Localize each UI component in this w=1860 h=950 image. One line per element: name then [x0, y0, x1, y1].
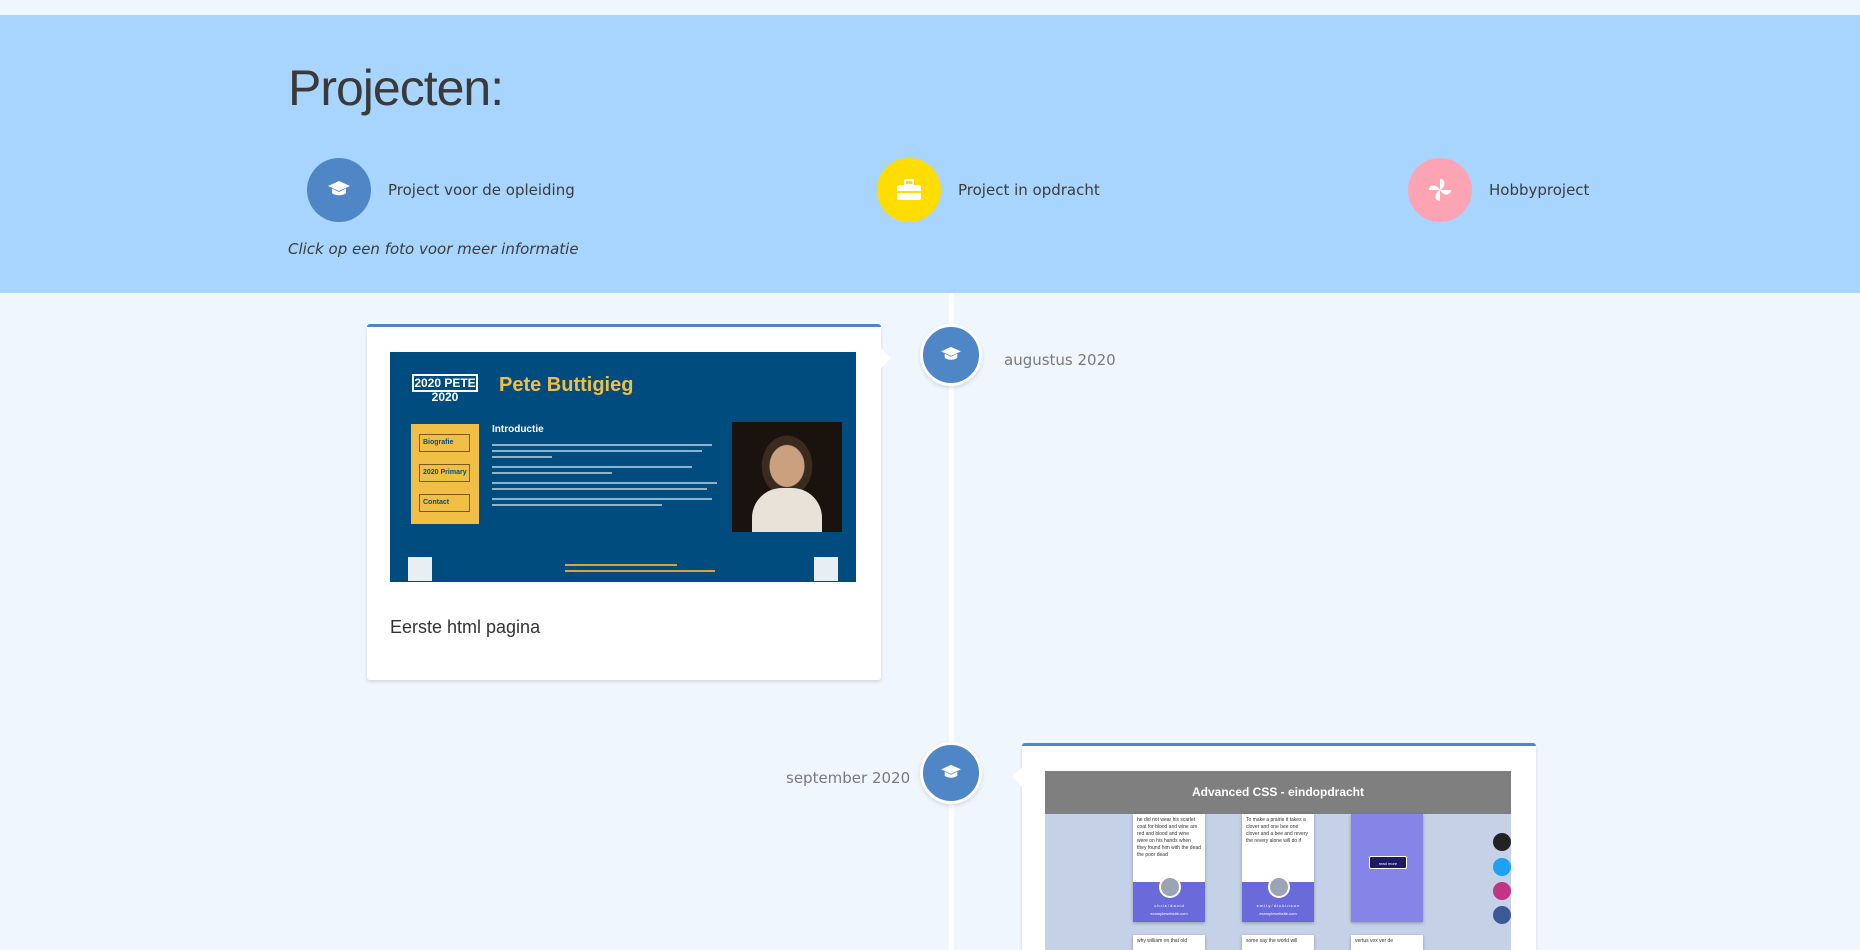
card-arrow	[1012, 767, 1032, 787]
adv-tile-text: some say the world will	[1246, 938, 1298, 944]
timeline-node-education	[920, 324, 982, 386]
text-line	[492, 444, 712, 446]
page-title: Projecten:	[288, 60, 504, 116]
adv-tile-text: To make a prairie it takes a clover and …	[1246, 817, 1308, 844]
graduation-cap-icon	[307, 158, 371, 222]
text-line	[492, 472, 612, 474]
adv-tile-site: examplewebsite.com	[1150, 911, 1188, 916]
text-line	[492, 498, 712, 500]
pete-logo: 2020 PETE 2020	[412, 374, 478, 404]
footer-logo	[814, 557, 838, 581]
legend-label-hobby: Hobbyproject	[1489, 181, 1590, 199]
pete-menu-item: 2020 Primary	[419, 464, 470, 482]
legend-label-commission: Project in opdracht	[958, 181, 1100, 199]
adv-tile-name: c.h.r.i.s / d.a.v.i.d	[1154, 903, 1184, 908]
text-line	[492, 504, 662, 506]
card-arrow	[871, 348, 891, 368]
text-line	[492, 488, 707, 490]
timeline-line	[949, 293, 954, 950]
footer-text-line	[565, 564, 677, 566]
project-card-advanced-css[interactable]: Advanced CSS - eindopdracht he did not w…	[1012, 743, 1536, 950]
adv-tile-text: vertus vox ver de	[1355, 938, 1394, 944]
pete-heading: Pete Buttigieg	[499, 374, 634, 396]
adv-tile-name: e.m.i.l.y / d.i.c.k.i.n.s.o.n	[1256, 903, 1300, 908]
text-line	[492, 466, 692, 468]
timeline-date: augustus 2020	[1004, 351, 1116, 369]
graduation-cap-icon	[941, 764, 961, 778]
adv-read-more-button: read more	[1369, 856, 1407, 869]
project-card-eerste-html[interactable]: 2020 PETE 2020 Pete Buttigieg Biografie …	[367, 324, 891, 680]
facebook-icon	[1493, 906, 1511, 924]
adv-tile: some say the world will	[1242, 935, 1314, 950]
adv-tile-site: examplewebsite.com	[1259, 911, 1297, 916]
footer-logo	[408, 557, 432, 581]
adv-tile: To make a prairie it takes a clover and …	[1242, 814, 1314, 922]
avatar	[1268, 876, 1290, 898]
github-icon	[1493, 833, 1511, 851]
briefcase-icon	[877, 158, 941, 222]
adv-tile-text: he did not wear his scarlet coat for blo…	[1137, 817, 1201, 858]
text-line	[492, 456, 552, 458]
adv-tile-footer: c.h.r.i.s / d.a.v.i.d examplewebsite.com	[1133, 876, 1205, 922]
adv-tile: vertus vox ver de	[1351, 935, 1423, 950]
instagram-icon	[1493, 882, 1511, 900]
text-line	[492, 482, 717, 484]
legend-item-hobby: Hobbyproject	[1408, 158, 1589, 222]
adv-tile: why william on that old	[1133, 935, 1205, 950]
adv-heading: Advanced CSS - eindopdracht	[1045, 771, 1511, 814]
adv-tile: he did not wear his scarlet coat for blo…	[1133, 814, 1205, 922]
legend-item-education: Project voor de opleiding	[307, 158, 575, 222]
pinwheel-icon	[1408, 158, 1472, 222]
adv-tile-text: why william on that old	[1137, 938, 1188, 944]
text-line	[492, 450, 702, 452]
adv-tile-footer: e.m.i.l.y / d.i.c.k.i.n.s.o.n exampleweb…	[1242, 876, 1314, 922]
pete-photo	[732, 422, 842, 532]
project-screenshot-pete[interactable]: 2020 PETE 2020 Pete Buttigieg Biografie …	[390, 352, 856, 582]
avatar	[1159, 876, 1181, 898]
project-screenshot-advanced-css[interactable]: Advanced CSS - eindopdracht he did not w…	[1045, 771, 1511, 950]
adv-tile: read more	[1351, 814, 1423, 922]
project-title: Eerste html pagina	[390, 617, 541, 637]
twitter-icon	[1493, 858, 1511, 876]
legend-label-education: Project voor de opleiding	[388, 181, 575, 199]
timeline-date: september 2020	[786, 769, 911, 787]
pete-menu-item: Biografie	[419, 434, 470, 452]
pete-intro-heading: Introductie	[492, 424, 544, 435]
pete-menu-item: Contact	[419, 494, 470, 512]
footer-text-line	[565, 570, 715, 572]
projects-header: Projecten: Project voor de opleiding Pro…	[0, 15, 1860, 293]
legend-item-commission: Project in opdracht	[877, 158, 1100, 222]
timeline-node-education	[920, 742, 982, 804]
graduation-cap-icon	[941, 346, 961, 360]
click-hint: Click op een foto voor meer informatie	[288, 240, 579, 258]
pete-menu: Biografie 2020 Primary Contact	[411, 424, 479, 524]
